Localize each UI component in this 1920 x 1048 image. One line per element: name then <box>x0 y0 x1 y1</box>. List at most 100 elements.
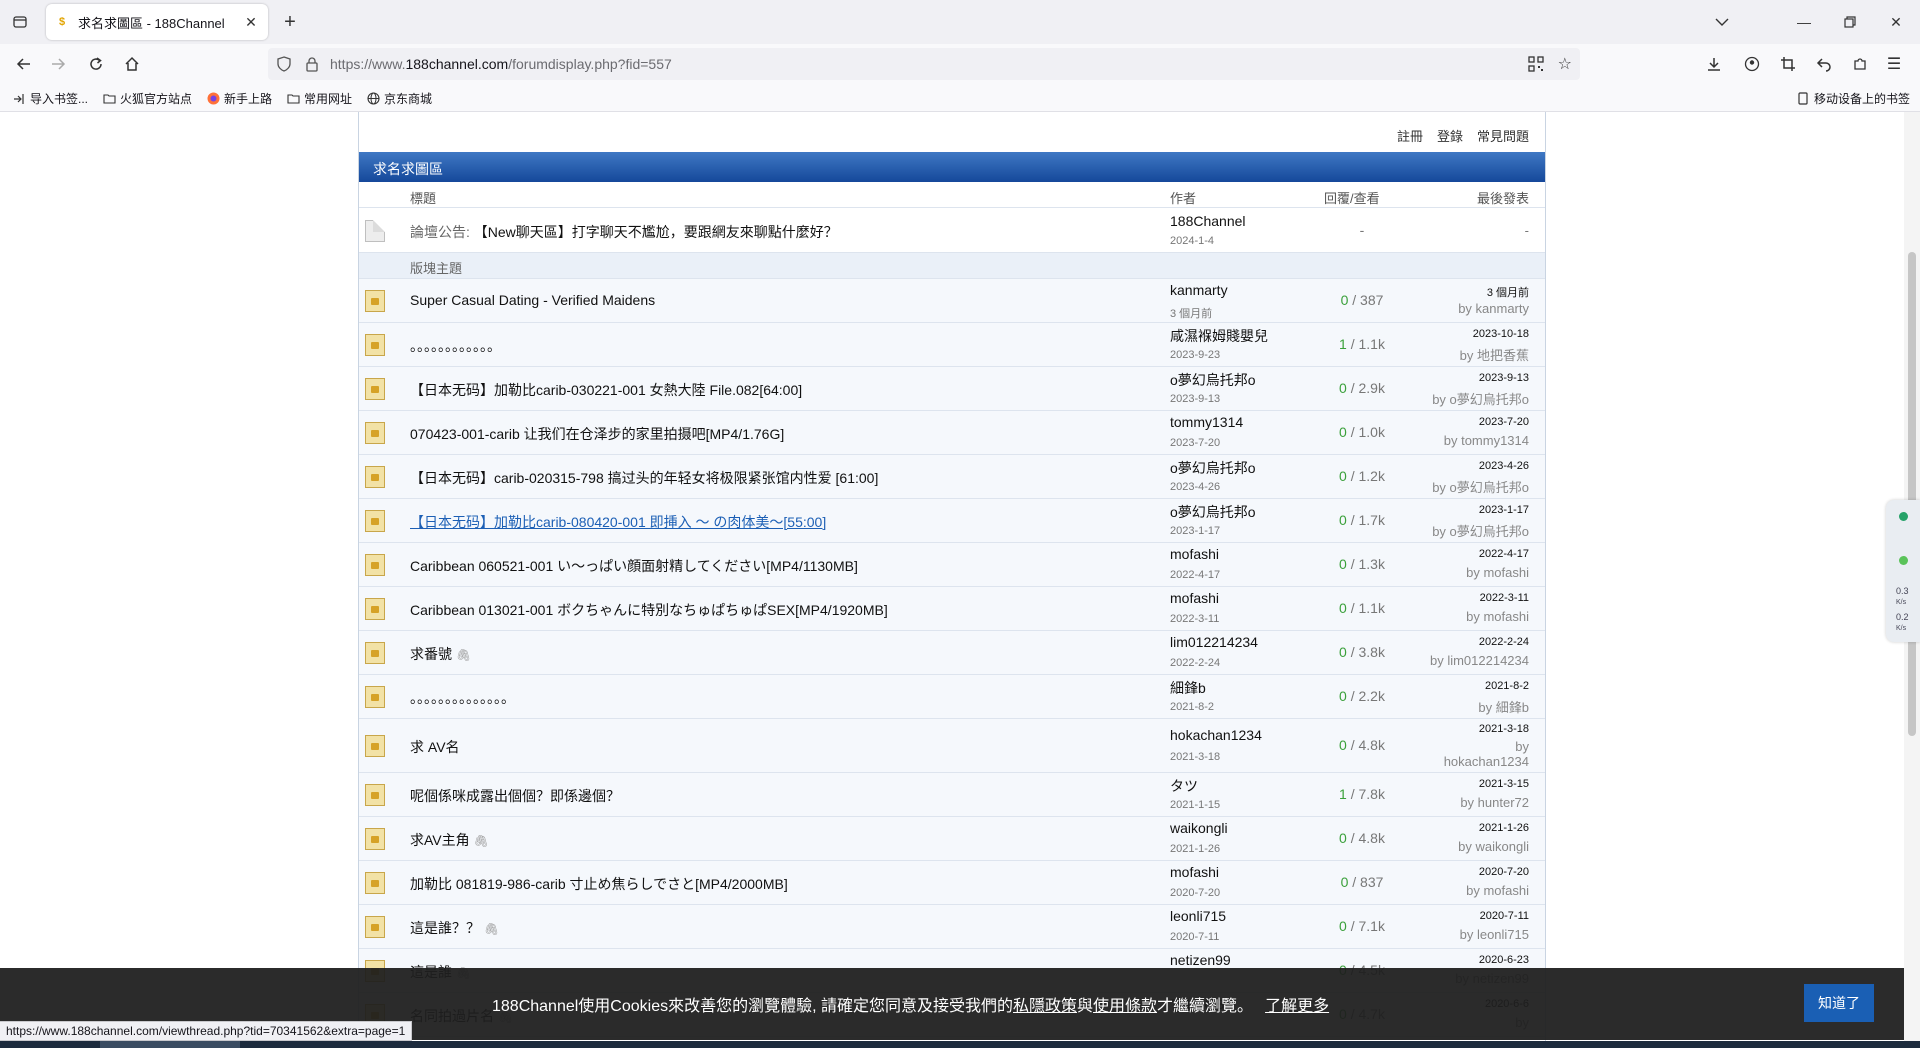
close-tab-icon[interactable]: ✕ <box>242 13 260 31</box>
url-text[interactable]: https://www.188channel.com/forumdisplay.… <box>330 56 672 72</box>
minimize-icon[interactable]: — <box>1790 8 1818 36</box>
thread-author-link[interactable]: leonli715 <box>1170 908 1226 924</box>
thread-author-link[interactable]: 咸濕褓姆賤嬰兒 <box>1170 326 1268 346</box>
new-tab-icon[interactable]: + <box>278 10 302 34</box>
terms-link[interactable]: 使用條款 <box>1093 998 1157 1015</box>
privacy-policy-link[interactable]: 私隱政策 <box>1013 998 1077 1015</box>
thread-date: 3 個月前 <box>1170 308 1213 320</box>
thread-title-link[interactable]: 加勒比 081819-986-carib 寸止め焦らしでさと[MP4/2000M… <box>410 874 788 894</box>
thread-author-link[interactable]: lim012214234 <box>1170 634 1258 650</box>
bookmark-getting-started[interactable]: 新手上路 <box>206 90 272 107</box>
last-poster-link[interactable]: o夢幻烏托邦o <box>1450 392 1529 407</box>
thread-title-link[interactable]: 。。。。。。。。。。。。。。 <box>410 688 515 708</box>
home-icon[interactable] <box>118 50 146 78</box>
reply-count: 1 <box>1339 336 1347 352</box>
tab-overflow-chevron-icon[interactable] <box>1708 8 1736 36</box>
last-poster-link[interactable]: o夢幻烏托邦o <box>1450 480 1529 495</box>
thread-author-link[interactable]: 細鋒b <box>1170 678 1206 698</box>
thread-title-link[interactable]: 。。。。。。。。。。。。 <box>410 336 501 356</box>
register-link[interactable]: 註冊 <box>1397 126 1423 145</box>
address-bar[interactable]: https://www.188channel.com/forumdisplay.… <box>268 48 1580 80</box>
thread-author-link[interactable]: o夢幻烏托邦o <box>1170 458 1256 478</box>
bookmark-jd[interactable]: 京东商城 <box>366 90 432 107</box>
thread-author-link[interactable]: tommy1314 <box>1170 414 1243 430</box>
last-poster-link[interactable]: mofashi <box>1483 883 1529 898</box>
bookmark-firefox-site[interactable]: 火狐官方站点 <box>102 90 192 107</box>
active-tab[interactable]: $ 求名求圖區 - 188Channel ✕ <box>46 4 268 40</box>
login-link[interactable]: 登錄 <box>1437 126 1463 145</box>
undo-history-icon[interactable] <box>1810 50 1838 78</box>
thread-title-link[interactable]: 呢個係咪成露出個個？即係邊個？ <box>410 786 620 806</box>
thread-author-link[interactable]: netizen99 <box>1170 952 1231 968</box>
reply-count: 0 <box>1339 830 1347 846</box>
lock-icon[interactable] <box>304 56 320 72</box>
scrollbar-thumb[interactable] <box>1908 252 1916 736</box>
announcement-author[interactable]: 188Channel <box>1170 213 1246 229</box>
thread-author-link[interactable]: kanmarty <box>1170 282 1228 298</box>
last-poster-link[interactable]: hunter72 <box>1478 795 1529 810</box>
last-poster-link[interactable]: waikongli <box>1476 839 1529 854</box>
last-poster-link[interactable]: o夢幻烏托邦o <box>1450 524 1529 539</box>
thread-title-link[interactable]: 求番號 🖇 <box>410 644 471 664</box>
qr-code-icon[interactable] <box>1528 56 1544 72</box>
thread-author-link[interactable]: hokachan1234 <box>1170 727 1262 743</box>
thread-title-link[interactable]: 這是誰？？ 🖇 <box>410 918 499 938</box>
thread-title-link[interactable]: 求 AV名 <box>410 737 460 757</box>
thread-title-link[interactable]: 【日本无码】加勒比carib-030221-001 女熱大陸 File.082[… <box>410 380 802 400</box>
network-speed-widget[interactable]: 0.3 K/s 0.2 K/s <box>1886 500 1920 642</box>
cookie-accept-button[interactable]: 知道了 <box>1804 984 1874 1022</box>
last-poster-link[interactable]: 細鋒b <box>1496 700 1529 715</box>
last-post-by: by 細鋒b <box>1478 700 1529 715</box>
announcement-title[interactable]: 論壇公告: 【New聊天區】打字聊天不尷尬，要跟網友來聊點什麼好？ <box>410 222 838 242</box>
close-window-icon[interactable]: ✕ <box>1882 8 1910 36</box>
extensions-icon[interactable] <box>1846 50 1874 78</box>
bookmark-star-icon[interactable]: ☆ <box>1558 54 1572 74</box>
reload-icon[interactable] <box>82 50 110 78</box>
last-poster-link[interactable]: kanmarty <box>1476 301 1529 316</box>
account-icon[interactable] <box>1738 50 1766 78</box>
last-poster-link[interactable]: lim012214234 <box>1447 653 1529 668</box>
thread-title-link[interactable]: 【日本无码】carib-020315-798 搞过头的年轻女将极限紧张馆内性爱 … <box>410 468 878 488</box>
folder-icon <box>102 92 116 106</box>
back-arrow-icon[interactable] <box>10 50 38 78</box>
last-poster-link[interactable]: mofashi <box>1483 609 1529 624</box>
last-poster-link[interactable]: leonli715 <box>1477 927 1529 942</box>
last-poster-link[interactable]: tommy1314 <box>1461 433 1529 448</box>
last-post-date: 2022-4-17 <box>1478 548 1529 560</box>
screenshot-crop-icon[interactable] <box>1774 50 1802 78</box>
thread-author-link[interactable]: タツ <box>1170 776 1198 796</box>
last-poster-link[interactable]: 地把香蕉 <box>1477 348 1529 363</box>
thread-title-link[interactable]: Caribbean 060521-001 い〜っぱい顔面射精してください[MP4… <box>410 556 858 576</box>
thread-author-link[interactable]: o夢幻烏托邦o <box>1170 370 1256 390</box>
restore-icon[interactable] <box>1836 8 1864 36</box>
taskbar-active-item[interactable] <box>100 1041 240 1048</box>
learn-more-link[interactable]: 了解更多 <box>1265 998 1329 1015</box>
downloads-icon[interactable] <box>1700 50 1728 78</box>
tab-list-icon[interactable] <box>6 8 34 36</box>
thread-title-link[interactable]: Super Casual Dating - Verified Maidens <box>410 292 655 308</box>
thread-title-link[interactable]: 【日本无码】加勒比carib-080420-001 即挿入 〜 の肉体美〜[55… <box>410 512 826 532</box>
bookmark-import[interactable]: 导入书签... <box>12 90 88 107</box>
tracking-shield-icon[interactable] <box>276 56 292 72</box>
last-poster-link[interactable]: hokachan1234 <box>1444 754 1529 769</box>
attachment-icon: 🖇 <box>456 648 472 662</box>
thread-row: Caribbean 060521-001 い〜っぱい顔面射精してください[MP4… <box>359 543 1545 587</box>
faq-link[interactable]: 常見問題 <box>1477 126 1529 145</box>
thread-stats: 0 / 2.9k <box>1339 380 1385 396</box>
thread-author-link[interactable]: mofashi <box>1170 590 1219 606</box>
menu-hamburger-icon[interactable]: ☰ <box>1880 50 1908 78</box>
thread-author-link[interactable]: mofashi <box>1170 546 1219 562</box>
thread-title-link[interactable]: 070423-001-carib 让我们在仓泽步的家里拍摄吧[MP4/1.76G… <box>410 424 784 444</box>
thread-stats: 1 / 7.8k <box>1339 786 1385 802</box>
thread-row: Super Casual Dating - Verified Maidens ka… <box>359 279 1545 323</box>
thread-title-link[interactable]: Caribbean 013021-001 ボクちゃんに特別なちゅぱちゅぱSEX[… <box>410 600 888 620</box>
thread-date: 2021-1-26 <box>1170 843 1221 855</box>
mobile-bookmarks[interactable]: 移动设备上的书签 <box>1796 90 1910 107</box>
last-poster-link[interactable]: mofashi <box>1483 565 1529 580</box>
forward-arrow-icon[interactable] <box>44 50 72 78</box>
thread-author-link[interactable]: mofashi <box>1170 864 1219 880</box>
thread-author-link[interactable]: o夢幻烏托邦o <box>1170 502 1256 522</box>
thread-title-link[interactable]: 求AV主角 🖇 <box>410 830 489 850</box>
bookmark-common-sites[interactable]: 常用网址 <box>286 90 352 107</box>
thread-author-link[interactable]: waikongli <box>1170 820 1228 836</box>
